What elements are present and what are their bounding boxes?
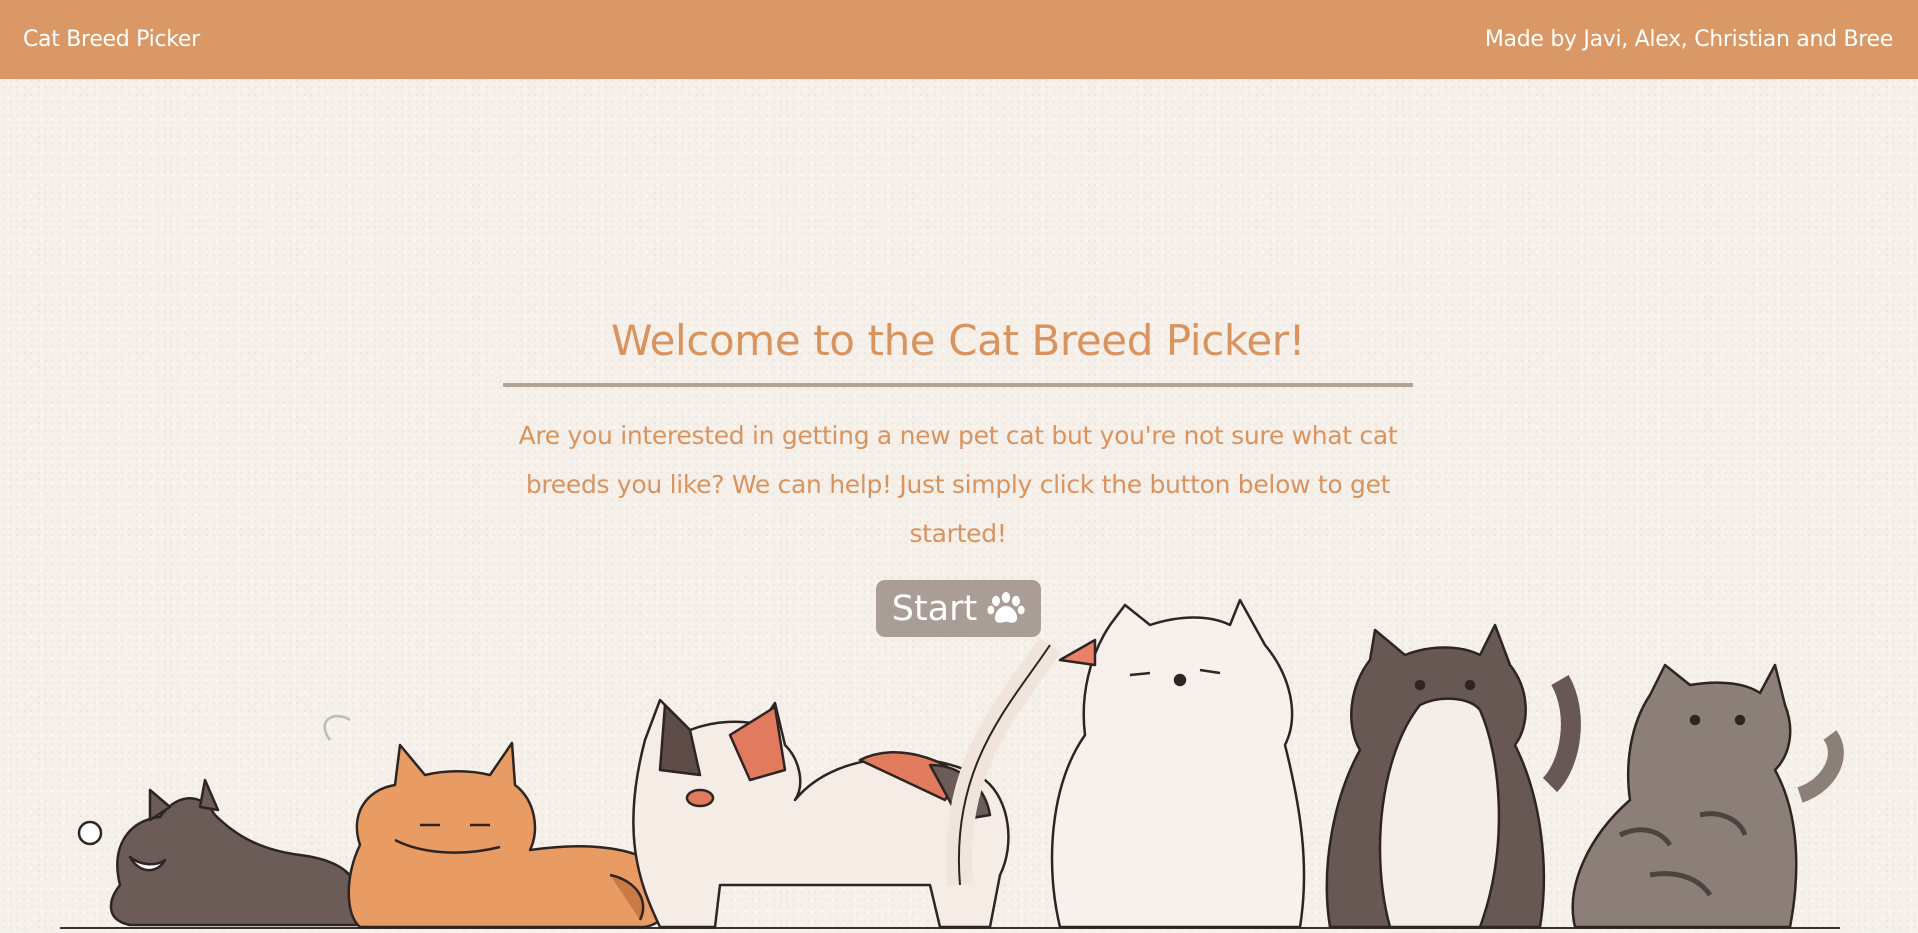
start-button[interactable]: Start <box>876 580 1041 637</box>
intro-text: Are you interested in getting a new pet … <box>518 421 1398 548</box>
welcome-section: Welcome to the Cat Breed Picker! Are you… <box>503 305 1413 558</box>
cats-illustration <box>60 598 1844 929</box>
tabby-cat-drawing <box>1571 663 1844 929</box>
brand-link[interactable]: Cat Breed Picker <box>23 27 200 52</box>
orange-cat-drawing <box>347 741 673 929</box>
title-divider <box>503 383 1413 387</box>
tuxedo-cat-drawing <box>1325 623 1581 929</box>
grey-cat-drawing <box>77 714 362 927</box>
white-cat-drawing <box>945 598 1306 929</box>
page-title: Welcome to the Cat Breed Picker! <box>610 316 1306 365</box>
credits-text: Made by Javi, Alex, Christian and Bree <box>1484 27 1893 52</box>
paw-icon <box>987 591 1025 623</box>
start-button-label: Start <box>891 588 978 629</box>
navbar: Cat Breed Picker Made by Javi, Alex, Chr… <box>0 0 1918 79</box>
